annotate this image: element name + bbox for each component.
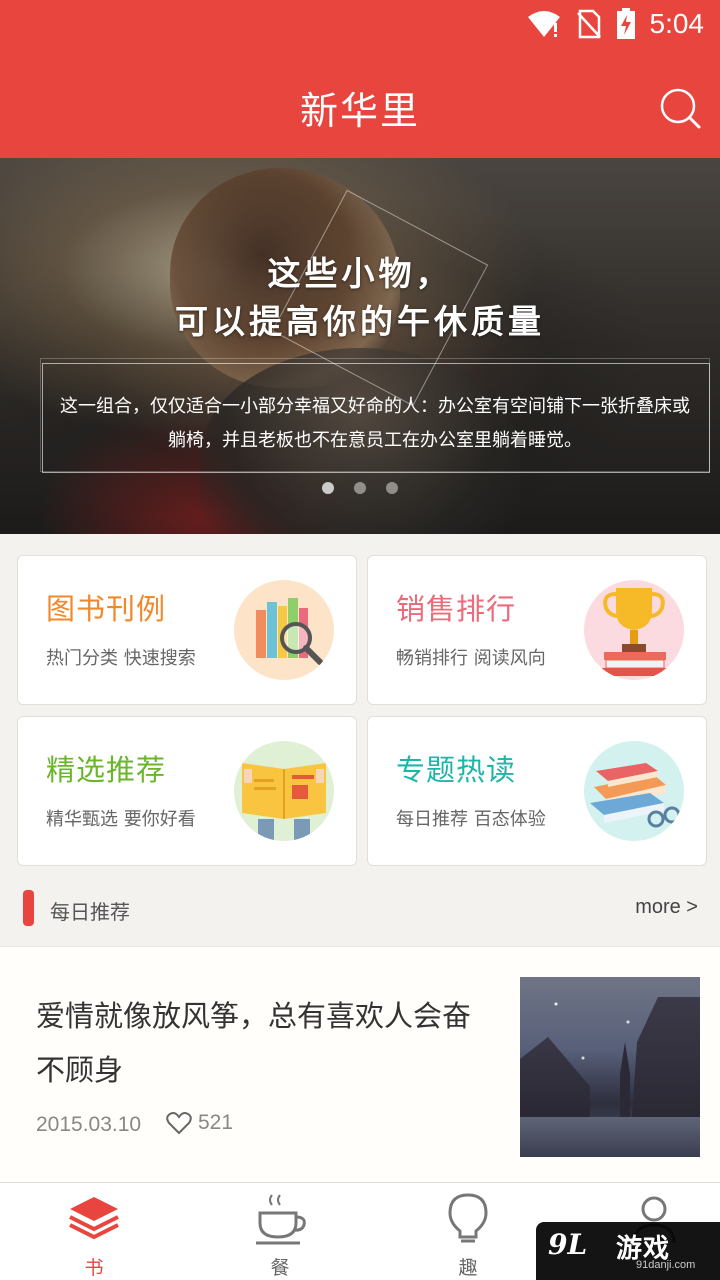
search-icon[interactable] [658, 86, 702, 130]
article-card[interactable]: 爱情就像放风筝，总有喜欢人会奋不顾身 2015.03.10 521 [0, 946, 720, 1182]
more-link[interactable]: more > [635, 896, 698, 919]
layers-icon [69, 1197, 119, 1240]
status-icons: 5:04 [526, 8, 705, 40]
card-book-catalog[interactable]: 图书刊例 热门分类 快速搜索 [17, 555, 357, 705]
card-subtitle: 精华甄选 要你好看 [46, 809, 196, 830]
card-title: 专题热读 [396, 753, 517, 787]
carousel-dot[interactable] [322, 482, 334, 494]
banner-description: 这一组合，仅仅适合一小部分幸福又好命的人：办公室有空间铺下一张折叠床或躺椅，并且… [60, 396, 690, 451]
carousel-dot[interactable] [354, 482, 366, 494]
likes-count: 521 [198, 1111, 234, 1134]
nav-label: 趣 [458, 1257, 478, 1279]
daily-recommend-header: 每日推荐 more > [0, 880, 720, 944]
article-likes[interactable]: 521 [166, 1111, 233, 1135]
card-subtitle: 热门分类 快速搜索 [46, 648, 196, 669]
reading-book-icon [234, 741, 334, 841]
article-title: 爱情就像放风筝，总有喜欢人会奋不顾身 [36, 999, 472, 1087]
no-sim-icon [576, 9, 601, 39]
nav-tab-books[interactable]: 书 [4, 1183, 184, 1280]
nav-label: 餐 [270, 1257, 290, 1279]
banner-title-line2: 可以提高你的午休质量 [175, 302, 545, 341]
books-glasses-icon [584, 741, 684, 841]
article-date: 2015.03.10 [36, 1113, 142, 1136]
card-subtitle: 畅销排行 阅读风向 [396, 648, 546, 669]
coffee-cup-icon [256, 1194, 306, 1245]
battery-charging-icon [616, 8, 635, 39]
banner-carousel[interactable]: 这些小物， 可以提高你的午休质量 这一组合，仅仅适合一小部分幸福又好命的人：办公… [0, 158, 720, 534]
books-magnifier-icon [234, 580, 334, 680]
section-accent-bar [23, 890, 34, 926]
trophy-icon [584, 580, 684, 680]
card-title: 销售排行 [396, 592, 517, 626]
app-title: 新华里 [299, 89, 420, 133]
lightbulb-icon [448, 1193, 488, 1243]
card-topic-reading[interactable]: 专题热读 每日推荐 百态体验 [367, 716, 707, 866]
banner-title: 这些小物， 可以提高你的午休质量 [0, 250, 720, 346]
nav-tab-fun[interactable]: 趣 [378, 1183, 558, 1280]
watermark-logo: 9L [548, 1228, 588, 1261]
nav-label: 书 [84, 1257, 104, 1279]
nav-tab-food[interactable]: 餐 [190, 1183, 370, 1280]
thumbnail-road [520, 1117, 700, 1157]
card-sales-ranking[interactable]: 销售排行 畅销排行 阅读风向 [367, 555, 707, 705]
wifi-icon [527, 11, 560, 37]
site-watermark: 9L 游戏 91danji.com [536, 1222, 720, 1280]
watermark-url: 91danji.com [636, 1259, 696, 1271]
card-subtitle: 每日推荐 百态体验 [396, 809, 546, 830]
status-bar: 5:04 [0, 0, 720, 50]
thumbnail-spire [620, 1042, 630, 1122]
app-bar: 新华里 [0, 50, 720, 158]
status-time: 5:04 [649, 8, 705, 39]
section-title: 每日推荐 [50, 900, 130, 924]
carousel-dots [0, 482, 720, 494]
heart-icon [166, 1112, 192, 1135]
carousel-dot[interactable] [386, 482, 398, 494]
banner-title-line1: 这些小物， [267, 254, 453, 293]
card-title: 图书刊例 [46, 592, 167, 626]
card-title: 精选推荐 [46, 753, 167, 787]
article-thumbnail[interactable] [520, 977, 700, 1157]
card-featured[interactable]: 精选推荐 精华甄选 要你好看 [17, 716, 357, 866]
